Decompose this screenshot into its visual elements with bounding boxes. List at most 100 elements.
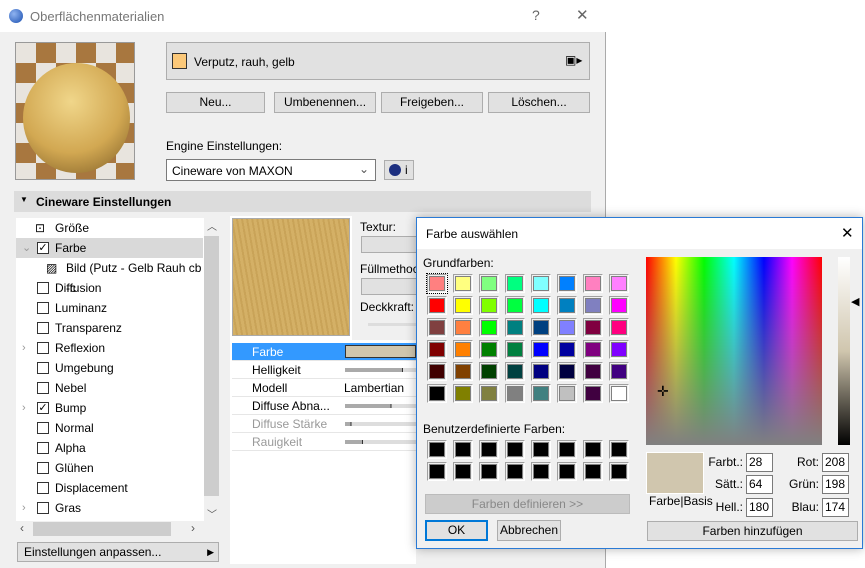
blue-field[interactable]: 174 (822, 498, 849, 517)
delete-button[interactable]: Löschen... (488, 92, 590, 113)
basic-color-swatch[interactable] (609, 318, 629, 337)
basic-color-swatch[interactable] (609, 274, 629, 293)
basic-color-swatch[interactable] (609, 340, 629, 359)
tree-item[interactable]: Umgebung (16, 358, 203, 378)
channel-checkbox[interactable] (37, 462, 49, 474)
expander-icon[interactable]: › (22, 338, 26, 358)
expander-icon[interactable]: › (22, 398, 26, 418)
channel-checkbox[interactable] (37, 382, 49, 394)
basic-color-swatch[interactable] (609, 296, 629, 315)
basic-color-swatch[interactable] (557, 296, 577, 315)
new-button[interactable]: Neu... (166, 92, 265, 113)
basic-color-swatch[interactable] (531, 340, 551, 359)
basic-color-swatch[interactable] (479, 340, 499, 359)
basic-color-swatch[interactable] (531, 362, 551, 381)
channel-checkbox[interactable]: ✓ (37, 242, 49, 254)
tree-item[interactable]: Transparenz (16, 318, 203, 338)
fill-method-dropdown[interactable] (361, 278, 417, 295)
custom-color-swatch[interactable] (453, 462, 473, 481)
tree-item[interactable]: ⊡Größe (16, 218, 203, 238)
basic-color-swatch[interactable] (531, 318, 551, 337)
basic-color-swatch[interactable] (479, 296, 499, 315)
channel-checkbox[interactable] (37, 502, 49, 514)
expander-icon[interactable]: ⌄ (22, 238, 31, 258)
green-field[interactable]: 198 (822, 475, 849, 494)
property-row[interactable]: Diffuse Stärke (232, 415, 416, 433)
tree-item[interactable]: ›Gras (16, 498, 203, 518)
basic-color-swatch[interactable] (583, 362, 603, 381)
property-row[interactable]: ModellLambertian (232, 379, 416, 397)
channel-checkbox[interactable]: ✓ (37, 402, 49, 414)
basic-color-swatch[interactable] (557, 274, 577, 293)
engine-info-button[interactable]: i (384, 160, 414, 180)
basic-color-swatch[interactable] (505, 340, 525, 359)
custom-color-swatch[interactable] (427, 462, 447, 481)
property-slider[interactable] (345, 404, 416, 408)
basic-color-swatch[interactable] (453, 318, 473, 337)
engine-dropdown[interactable]: Cineware von MAXON ⌄ (166, 159, 376, 181)
basic-color-swatch[interactable] (609, 384, 629, 403)
basic-color-swatch[interactable] (427, 362, 447, 381)
custom-color-swatch[interactable] (531, 462, 551, 481)
channel-checkbox[interactable] (37, 282, 49, 294)
add-colors-button[interactable]: Farben hinzufügen (647, 521, 858, 541)
basic-color-swatch[interactable] (557, 362, 577, 381)
tree-vertical-scrollbar[interactable]: ︿ ﹀ (204, 218, 219, 521)
custom-color-swatch[interactable] (557, 440, 577, 459)
basic-color-swatch[interactable] (427, 296, 447, 315)
cineware-section-header[interactable]: ▼ Cineware Einstellungen (14, 191, 591, 212)
tree-item[interactable]: Glühen (16, 458, 203, 478)
basic-color-swatch[interactable] (427, 274, 447, 293)
basic-color-swatch[interactable] (557, 318, 577, 337)
custom-color-swatch[interactable] (531, 440, 551, 459)
lum-field[interactable]: 180 (746, 498, 773, 517)
channel-checkbox[interactable] (37, 422, 49, 434)
basic-color-swatch[interactable] (557, 384, 577, 403)
basic-color-swatch[interactable] (583, 340, 603, 359)
hue-field[interactable]: 28 (746, 453, 773, 472)
cancel-button[interactable]: Abbrechen (497, 520, 561, 541)
basic-color-swatch[interactable] (583, 296, 603, 315)
red-field[interactable]: 208 (822, 453, 849, 472)
basic-color-swatch[interactable] (427, 340, 447, 359)
property-row[interactable]: Helligkeit (232, 361, 416, 379)
channel-checkbox[interactable] (37, 302, 49, 314)
expander-icon[interactable]: › (22, 498, 26, 518)
custom-color-swatch[interactable] (505, 462, 525, 481)
property-slider[interactable] (345, 368, 416, 372)
tree-item[interactable]: ▨Bild (Putz - Gelb Rauh cb -c (16, 258, 203, 278)
basic-color-swatch[interactable] (505, 318, 525, 337)
close-button[interactable]: ✕ (576, 6, 589, 24)
custom-color-swatch[interactable] (583, 440, 603, 459)
basic-color-swatch[interactable] (479, 318, 499, 337)
basic-color-swatch[interactable] (479, 362, 499, 381)
image-menu-icon[interactable]: ▣▸ (565, 53, 582, 67)
custom-color-swatch[interactable] (609, 440, 629, 459)
tree-item[interactable]: ⌄✓Farbe (16, 238, 203, 258)
channel-checkbox[interactable] (37, 342, 49, 354)
basic-color-swatch[interactable] (453, 340, 473, 359)
tree-item[interactable]: Luminanz (16, 298, 203, 318)
basic-color-swatch[interactable] (505, 274, 525, 293)
basic-color-swatch[interactable] (453, 362, 473, 381)
basic-color-swatch[interactable] (453, 296, 473, 315)
property-slider[interactable] (345, 440, 416, 444)
share-button[interactable]: Freigeben... (381, 92, 483, 113)
channel-checkbox[interactable] (37, 442, 49, 454)
property-row[interactable]: Farbe (232, 343, 416, 361)
color-spectrum[interactable]: ✛ (646, 257, 822, 445)
material-selector[interactable]: Verputz, rauh, gelb ▣▸ (166, 42, 590, 80)
color-swatch[interactable] (345, 345, 416, 358)
tree-item[interactable]: Displacement (16, 478, 203, 498)
custom-color-swatch[interactable] (479, 440, 499, 459)
basic-color-swatch[interactable] (609, 362, 629, 381)
tree-horizontal-scrollbar[interactable]: ‹ › (16, 521, 204, 537)
luminance-arrow-icon[interactable]: ◀ (851, 295, 859, 308)
channel-checkbox[interactable] (37, 362, 49, 374)
custom-color-swatch[interactable] (609, 462, 629, 481)
sat-field[interactable]: 64 (746, 475, 773, 494)
basic-color-swatch[interactable] (531, 384, 551, 403)
basic-color-swatch[interactable] (505, 296, 525, 315)
tree-item[interactable]: ›✓Bump (16, 398, 203, 418)
basic-color-swatch[interactable] (427, 318, 447, 337)
